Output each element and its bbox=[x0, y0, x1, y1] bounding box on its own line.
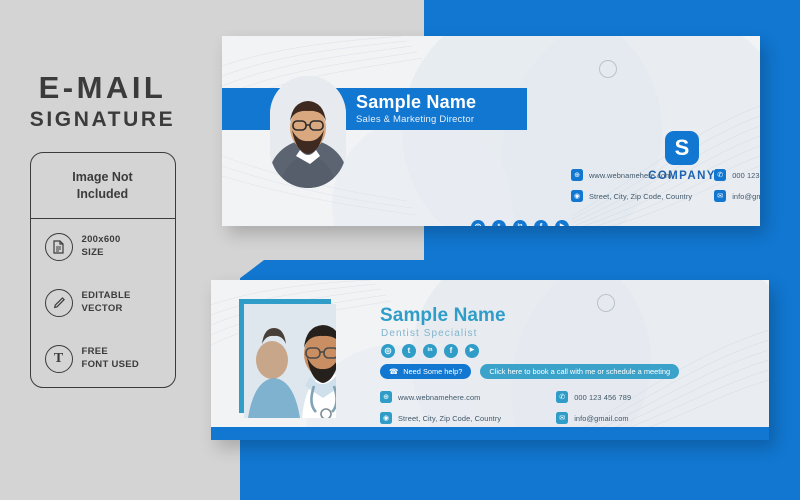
feature-font-line2: FONT USED bbox=[81, 359, 140, 370]
card2-contact-phone[interactable]: ✆ 000 123 456 789 bbox=[556, 391, 631, 403]
need-help-button[interactable]: ☎ Need Some help? bbox=[380, 364, 472, 379]
font-icon: T bbox=[44, 345, 73, 373]
feature-vector: EDITABLE VECTOR bbox=[31, 275, 175, 331]
feature-font-line1: FREE bbox=[81, 346, 109, 358]
globe-icon: ⊕ bbox=[380, 391, 392, 403]
card2-social-links: ◎ t in f ▶ bbox=[381, 344, 479, 358]
instagram-icon[interactable]: ◎ bbox=[381, 344, 395, 358]
image-notice-line2: Included bbox=[76, 186, 129, 201]
document-icon bbox=[44, 233, 73, 261]
location-icon: ◉ bbox=[380, 412, 392, 424]
tumblr-icon[interactable]: t bbox=[492, 220, 506, 226]
email-signature-card-2[interactable]: Sample Name Dentist Specialist ◎ t in f … bbox=[211, 280, 769, 440]
card1-company-logo: S COMPANY bbox=[617, 131, 747, 182]
card1-social-links: ◎ t in f ▶ bbox=[471, 220, 569, 226]
logo-letter: S bbox=[674, 135, 690, 160]
need-help-label: Need Some help? bbox=[403, 367, 463, 376]
card2-contact-email[interactable]: ✉ info@gmail.com bbox=[556, 412, 631, 424]
mail-icon: ✉ bbox=[714, 190, 727, 202]
instagram-icon[interactable]: ◎ bbox=[471, 220, 485, 226]
book-a-call-label: Click here to book a call with me or sch… bbox=[489, 367, 671, 376]
title-email: E-MAIL bbox=[38, 70, 167, 105]
card1-role: Sales & Marketing Director bbox=[356, 114, 475, 125]
page-title: E-MAIL SIGNATURE bbox=[0, 72, 205, 130]
feature-size: 200x600 SIZE bbox=[31, 219, 175, 275]
feature-size-line1: 200x600 bbox=[81, 234, 121, 246]
help-phone-icon: ☎ bbox=[389, 367, 399, 376]
feature-vector-text: EDITABLE VECTOR bbox=[82, 290, 131, 316]
book-a-call-button[interactable]: Click here to book a call with me or sch… bbox=[480, 364, 680, 379]
feature-vector-line1: EDITABLE bbox=[81, 290, 131, 302]
card2-name: Sample Name bbox=[380, 305, 506, 326]
youtube-icon[interactable]: ▶ bbox=[465, 344, 479, 358]
feature-vector-line2: VECTOR bbox=[81, 303, 123, 314]
card2-email-text: info@gmail.com bbox=[574, 413, 629, 423]
info-box: Image Not Included 200x600 SIZE EDITABLE… bbox=[29, 152, 176, 388]
feature-font: T FREE FONT USED bbox=[31, 331, 175, 387]
card2-contact-website[interactable]: ⊕ www.webnamehere.com bbox=[380, 391, 501, 403]
card1-email-text: info@gmail.com bbox=[732, 191, 760, 201]
feature-font-text: FREE FONT USED bbox=[82, 346, 140, 372]
image-not-included-notice: Image Not Included bbox=[30, 153, 175, 219]
card1-avatar bbox=[270, 76, 346, 188]
card2-address-text: Street, City, Zip Code, Country bbox=[398, 413, 502, 423]
card2-contact-address[interactable]: ◉ Street, City, Zip Code, Country bbox=[380, 412, 501, 424]
font-icon-glyph: T bbox=[53, 351, 64, 366]
logo-company-name: COMPANY bbox=[648, 170, 716, 182]
tumblr-icon[interactable]: t bbox=[402, 344, 416, 358]
facebook-icon[interactable]: f bbox=[534, 220, 548, 226]
card1-contact-email[interactable]: ✉ info@gmail.com bbox=[714, 190, 760, 202]
card1-contact-address[interactable]: ◉ Street, City, Zip Code, Country bbox=[571, 190, 692, 202]
decorative-ring bbox=[597, 294, 615, 312]
card2-phone-text: 000 123 456 789 bbox=[574, 392, 632, 402]
card2-website-text: www.webnamehere.com bbox=[398, 392, 481, 402]
linkedin-icon[interactable]: in bbox=[423, 344, 437, 358]
mail-icon: ✉ bbox=[556, 412, 569, 424]
logo-mark: S bbox=[665, 131, 699, 165]
feature-size-line2: SIZE bbox=[81, 247, 104, 258]
card2-contact-list: ⊕ www.webnamehere.com ✆ 000 123 456 789 … bbox=[380, 391, 631, 424]
email-signature-card-1[interactable]: Sample Name Sales & Marketing Director ⊕… bbox=[222, 36, 760, 226]
card2-action-buttons: ☎ Need Some help? Click here to book a c… bbox=[380, 364, 680, 379]
title-signature: SIGNATURE bbox=[29, 108, 176, 131]
card2-role: Dentist Specialist bbox=[381, 328, 478, 339]
pencil-icon bbox=[44, 289, 73, 317]
left-info-panel: E-MAIL SIGNATURE Image Not Included 200x… bbox=[0, 0, 205, 500]
facebook-icon[interactable]: f bbox=[444, 344, 458, 358]
image-notice-line1: Image Not bbox=[72, 169, 133, 184]
feature-size-text: 200x600 SIZE bbox=[82, 234, 121, 260]
card2-avatar bbox=[244, 304, 336, 418]
linkedin-icon[interactable]: in bbox=[513, 220, 527, 226]
card1-address-text: Street, City, Zip Code, Country bbox=[589, 191, 693, 201]
location-icon: ◉ bbox=[571, 190, 583, 202]
phone-icon: ✆ bbox=[556, 391, 569, 403]
globe-icon: ⊕ bbox=[571, 169, 583, 181]
decorative-ring bbox=[599, 60, 617, 78]
card1-name: Sample Name bbox=[356, 92, 477, 112]
card2-bottom-bar bbox=[211, 427, 769, 440]
